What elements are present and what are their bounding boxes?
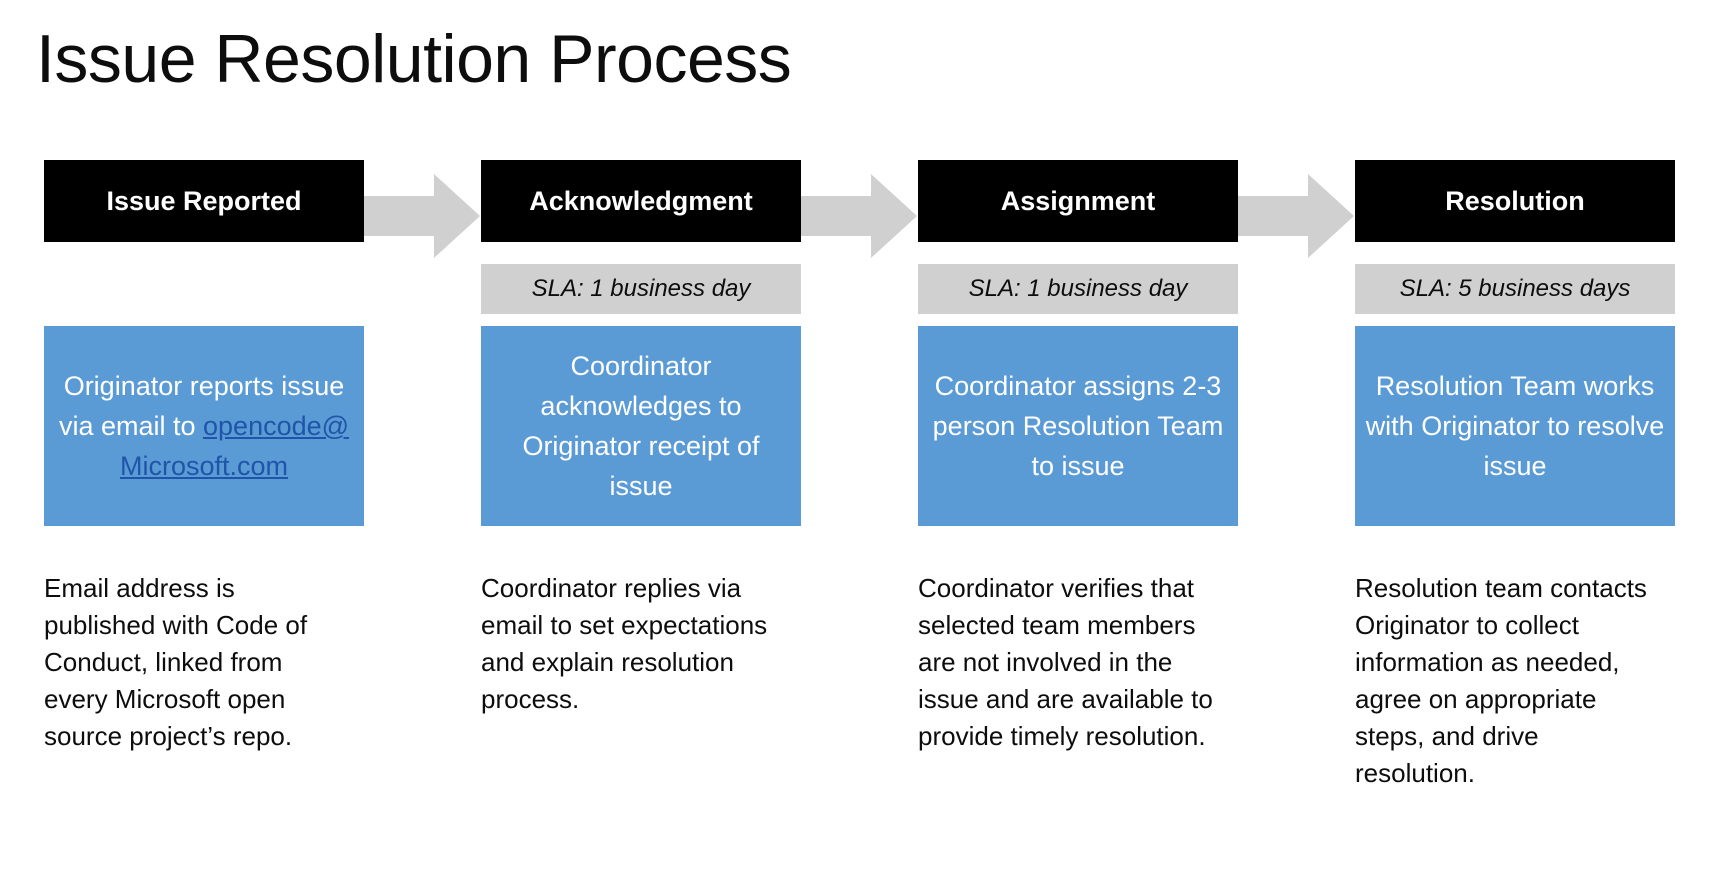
stage-column-assignment: Assignment SLA: 1 business day Coordinat… xyxy=(918,160,1238,755)
sla-row-assignment: SLA: 1 business day xyxy=(918,242,1238,314)
stage-header-resolution: Resolution xyxy=(1355,160,1675,242)
detail-text-acknowledgment: Coordinator acknowledges to Originator r… xyxy=(522,351,760,501)
sla-badge-assignment: SLA: 1 business day xyxy=(918,264,1238,314)
stage-column-issue-reported: Issue Reported Originator reports issue … xyxy=(44,160,364,755)
detail-box-assignment: Coordinator assigns 2-3 person Resolutio… xyxy=(918,326,1238,526)
stage-header-assignment: Assignment xyxy=(918,160,1238,242)
stage-column-acknowledgment: Acknowledgment SLA: 1 business day Coord… xyxy=(481,160,801,718)
sla-row-resolution: SLA: 5 business days xyxy=(1355,242,1675,314)
sla-row-issue-reported xyxy=(44,242,364,310)
sla-badge-issue-reported xyxy=(44,264,364,314)
detail-box-acknowledgment: Coordinator acknowledges to Originator r… xyxy=(481,326,801,526)
detail-text-assignment: Coordinator assigns 2-3 person Resolutio… xyxy=(932,371,1224,481)
detail-box-issue-reported: Originator reports issue via email to op… xyxy=(44,326,364,526)
page-title: Issue Resolution Process xyxy=(36,21,792,97)
diagram-canvas: Issue Resolution Process Issue Reported … xyxy=(0,0,1711,894)
sla-row-acknowledgment: SLA: 1 business day xyxy=(481,242,801,314)
sla-badge-resolution: SLA: 5 business days xyxy=(1355,264,1675,314)
detail-box-resolution: Resolution Team works with Originator to… xyxy=(1355,326,1675,526)
arrow-right-icon xyxy=(1238,174,1354,258)
arrow-right-icon xyxy=(801,174,917,258)
note-acknowledgment: Coordinator replies via email to set exp… xyxy=(481,573,768,714)
detail-text-resolution: Resolution Team works with Originator to… xyxy=(1365,371,1665,481)
note-assignment: Coordinator verifies that selected team … xyxy=(918,573,1213,751)
stage-header-issue-reported: Issue Reported xyxy=(44,160,364,242)
note-resolution: Resolution team contacts Originator to c… xyxy=(1355,573,1647,788)
sla-badge-acknowledgment: SLA: 1 business day xyxy=(481,264,801,314)
stage-header-acknowledgment: Acknowledgment xyxy=(481,160,801,242)
arrow-right-icon xyxy=(364,174,480,258)
stage-column-resolution: Resolution SLA: 5 business days Resoluti… xyxy=(1355,160,1675,792)
note-issue-reported: Email address is published with Code of … xyxy=(44,573,308,751)
